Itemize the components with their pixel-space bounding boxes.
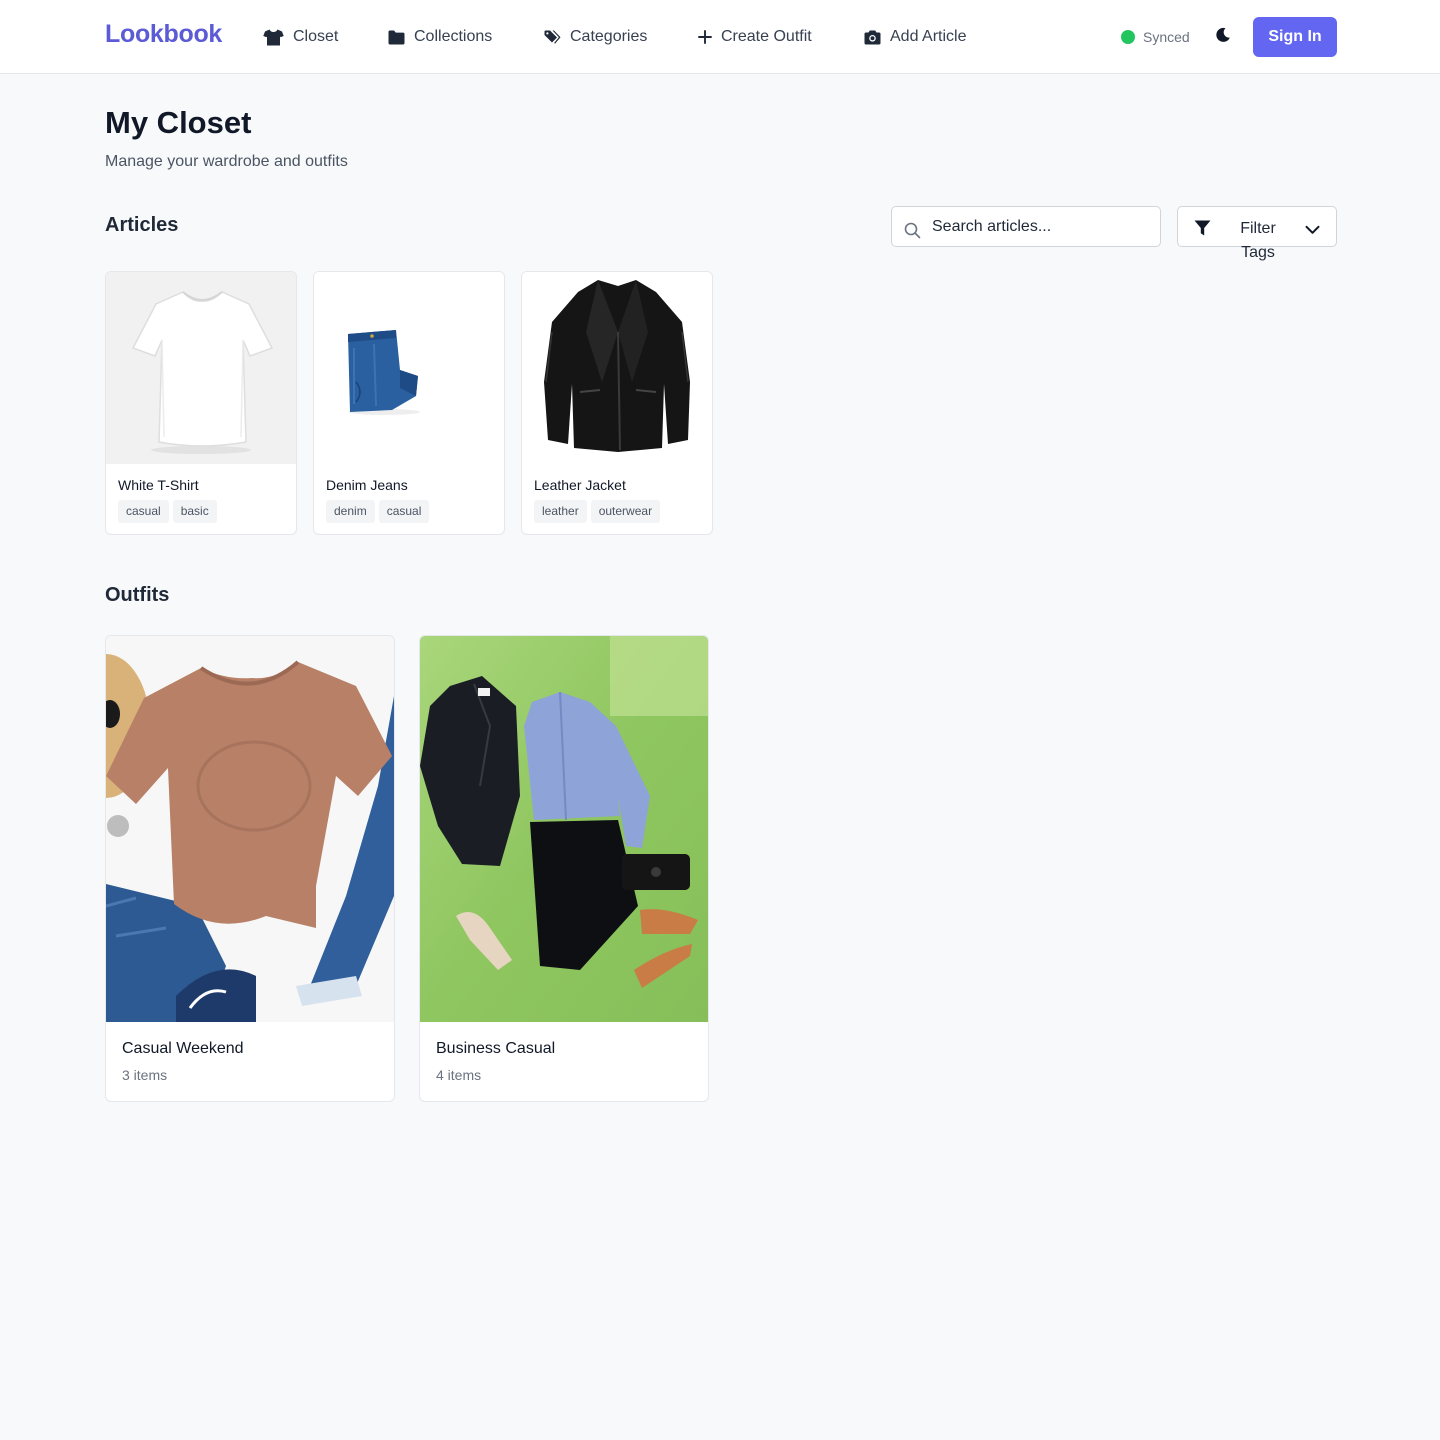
moon-icon <box>1215 27 1231 48</box>
article-card[interactable]: White T-Shirt casual basic <box>105 271 297 535</box>
article-image <box>314 272 504 464</box>
theme-toggle-button[interactable] <box>1212 26 1234 48</box>
tag-chip[interactable]: outerwear <box>590 500 661 523</box>
tag-chip[interactable]: denim <box>326 500 375 523</box>
search-input[interactable] <box>932 215 1147 239</box>
outfits-section-title: Outfits <box>105 584 170 606</box>
tag-list: casual basic <box>118 500 217 523</box>
tags-icon <box>544 30 561 45</box>
article-name: Denim Jeans <box>326 477 408 493</box>
camera-icon <box>864 30 881 45</box>
tag-chip[interactable]: casual <box>118 500 169 523</box>
nav-label: Collections <box>414 28 493 45</box>
outfit-image <box>106 636 394 1022</box>
filter-icon <box>1194 220 1211 241</box>
article-image <box>522 272 712 464</box>
tag-chip[interactable]: leather <box>534 500 587 523</box>
article-name: Leather Jacket <box>534 477 626 493</box>
nav-label: Closet <box>293 28 339 45</box>
nav-label: Create Outfit <box>721 28 812 45</box>
search-field <box>891 206 1161 247</box>
article-image <box>106 272 296 464</box>
nav-item-closet[interactable]: Closet <box>263 26 338 48</box>
sync-status: Synced <box>1121 28 1190 46</box>
tag-chip[interactable]: casual <box>378 500 430 523</box>
sign-in-button[interactable]: Sign In <box>1253 17 1337 57</box>
page-subtitle: Manage your wardrobe and outfits <box>105 153 348 170</box>
outfit-item-count: 3 items <box>122 1067 168 1083</box>
tag-chip[interactable]: basic <box>172 500 217 523</box>
brand-logo[interactable]: Lookbook <box>105 20 222 49</box>
search-icon <box>904 222 921 244</box>
tag-list: denim casual <box>326 500 430 523</box>
nav-item-add-article[interactable]: Add Article <box>864 26 966 48</box>
nav-item-create-outfit[interactable]: Create Outfit <box>698 26 812 48</box>
outfit-item-count: 4 items <box>436 1067 482 1083</box>
tag-list: leather outerwear <box>534 500 661 523</box>
outfit-card[interactable]: Business Casual 4 items <box>419 635 709 1102</box>
nav-item-categories[interactable]: Categories <box>544 26 647 48</box>
article-card[interactable]: Leather Jacket leather outerwear <box>521 271 713 535</box>
page-title: My Closet <box>105 105 252 140</box>
outfit-image <box>420 636 708 1022</box>
nav-label: Categories <box>570 28 648 45</box>
sync-status-label: Synced <box>1143 29 1190 45</box>
filter-label: Filter Tags <box>1240 220 1276 261</box>
outfit-name: Casual Weekend <box>122 1040 244 1057</box>
chevron-down-icon <box>1305 222 1320 240</box>
shirt-icon <box>263 29 284 46</box>
plus-icon <box>698 30 712 44</box>
top-navbar: Lookbook Closet Collections Categories C… <box>0 0 1440 74</box>
nav-item-collections[interactable]: Collections <box>388 26 492 48</box>
status-dot-icon <box>1121 30 1135 44</box>
outfit-name: Business Casual <box>436 1040 556 1057</box>
folder-icon <box>388 30 405 45</box>
outfit-card[interactable]: Casual Weekend 3 items <box>105 635 395 1102</box>
articles-section-title: Articles <box>105 214 179 236</box>
filter-tags-dropdown[interactable]: Filter Tags <box>1177 206 1337 261</box>
article-card[interactable]: Denim Jeans denim casual <box>313 271 505 535</box>
article-name: White T-Shirt <box>118 477 199 493</box>
nav-label: Add Article <box>890 28 967 45</box>
